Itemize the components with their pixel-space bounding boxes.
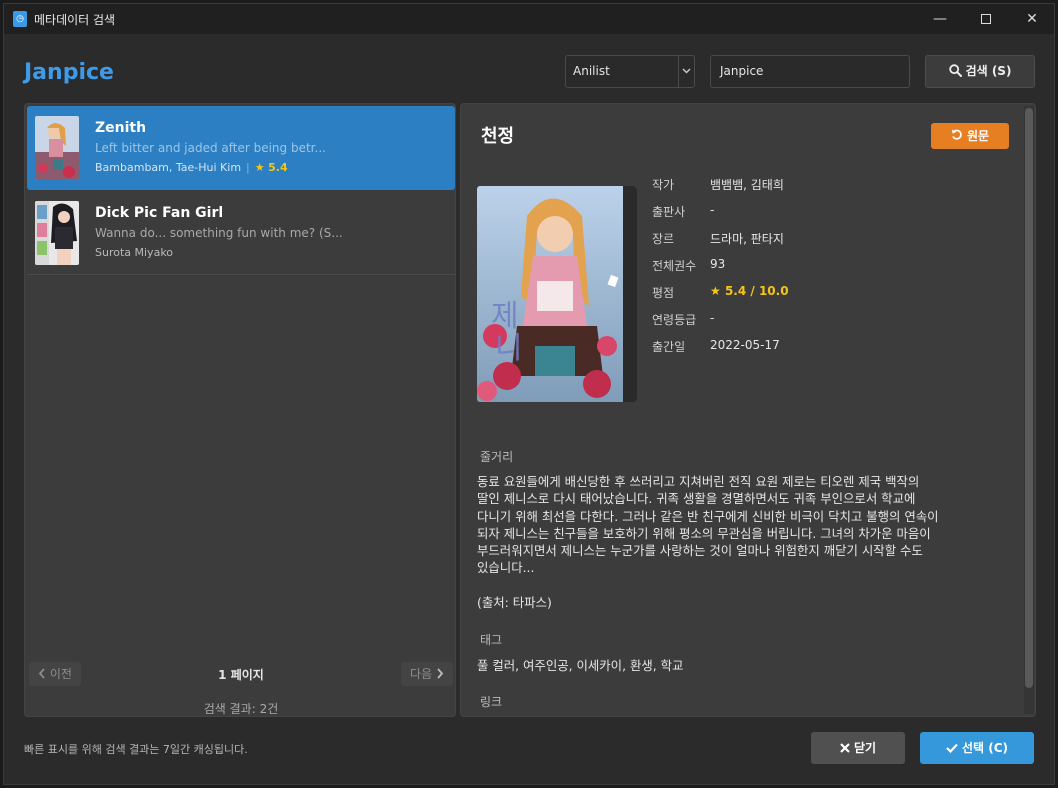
search-button[interactable]: 검색 (S) bbox=[925, 55, 1035, 88]
check-icon bbox=[946, 743, 958, 754]
result-description: Wanna do... something fun with me? (S... bbox=[95, 226, 343, 240]
meta-key: 연령등급 bbox=[652, 313, 697, 327]
select-button[interactable]: 선택 (C) bbox=[920, 732, 1034, 764]
results-panel: Zenith Left bitter and jaded after being… bbox=[24, 103, 456, 717]
meta-key: 평점 bbox=[652, 286, 675, 300]
title-bar: ◷ 메타데이터 검색 — ✕ bbox=[4, 4, 1054, 34]
search-button-label: 검색 (S) bbox=[965, 64, 1012, 78]
chevron-right-icon bbox=[437, 668, 444, 679]
window-title: 메타데이터 검색 bbox=[34, 13, 116, 27]
maximize-icon bbox=[981, 14, 991, 24]
next-page-label: 다음 bbox=[410, 667, 433, 681]
chevron-down-icon bbox=[678, 56, 694, 87]
result-authors: Surota Miyako bbox=[95, 246, 174, 259]
synopsis-line: 있습니다... bbox=[477, 560, 535, 576]
svg-text:니: 니 bbox=[495, 331, 523, 366]
synopsis-text: 동료 요원들에게 배신당한 후 쓰러리고 지쳐버린 전직 요원 제로는 티오렌 … bbox=[477, 473, 1017, 577]
synopsis-line: 딸인 제니스로 다시 태어났습니다. 귀족 생활을 경멸하면서도 귀족 부인으로… bbox=[477, 491, 916, 507]
result-description: Left bitter and jaded after being betr..… bbox=[95, 141, 326, 155]
cache-note: 빠른 표시를 위해 검색 결과는 7일간 캐싱됩니다. bbox=[24, 743, 248, 756]
meta-value: 2022-05-17 bbox=[710, 338, 780, 352]
brand-title: Janpice bbox=[24, 60, 114, 85]
app-icon: ◷ bbox=[13, 11, 27, 27]
result-authors: Bambambam, Tae-Hui Kim bbox=[95, 161, 242, 174]
star-icon: ★ bbox=[710, 284, 721, 298]
search-icon bbox=[948, 64, 962, 77]
close-button[interactable]: 닫기 bbox=[811, 732, 905, 764]
origin-button[interactable]: 원문 bbox=[931, 123, 1009, 149]
result-thumbnail bbox=[35, 116, 79, 180]
refresh-icon bbox=[951, 129, 962, 140]
metadata-search-window: ◷ 메타데이터 검색 — ✕ Janpice Anilist Janpice 검… bbox=[3, 3, 1055, 785]
svg-text:제: 제 bbox=[491, 299, 519, 334]
rating-value: 5.4 / 10.0 bbox=[724, 284, 789, 298]
result-thumbnail bbox=[35, 201, 79, 265]
source-note: (출처: 타파스) bbox=[477, 595, 552, 610]
detail-scrollbar[interactable] bbox=[1024, 106, 1034, 714]
result-title: Dick Pic Fan Girl bbox=[95, 205, 224, 221]
close-icon bbox=[840, 743, 850, 753]
meta-key: 작가 bbox=[652, 178, 675, 192]
synopsis-line: 동료 요원들에게 배신당한 후 쓰러리고 지쳐버린 전직 요원 제로는 티오렌 … bbox=[477, 474, 920, 489]
detail-title: 천정 bbox=[481, 126, 515, 147]
meta-value: 드라마, 판타지 bbox=[710, 232, 784, 246]
result-title: Zenith bbox=[95, 120, 147, 136]
meta-separator: | bbox=[246, 161, 250, 174]
tags-text: 풀 컬러, 여주인공, 이세카이, 환생, 학교 bbox=[477, 658, 684, 673]
source-select-value: Anilist bbox=[573, 64, 610, 78]
search-input[interactable]: Janpice bbox=[710, 55, 910, 88]
meta-key: 장르 bbox=[652, 232, 675, 246]
meta-value: ★ 5.4 / 10.0 bbox=[710, 284, 789, 298]
minimize-button[interactable]: — bbox=[917, 4, 963, 34]
page-indicator: 1 페이지 bbox=[218, 668, 264, 682]
result-rating: 5.4 bbox=[268, 161, 288, 174]
maximize-button[interactable] bbox=[963, 4, 1009, 34]
origin-button-label: 원문 bbox=[966, 129, 990, 143]
close-button-label: 닫기 bbox=[853, 741, 877, 755]
meta-value: 뱀뱀뱀, 김태희 bbox=[710, 178, 784, 192]
star-icon: ★ bbox=[254, 161, 265, 174]
synopsis-label: 줄거리 bbox=[480, 450, 514, 464]
source-select[interactable]: Anilist bbox=[565, 55, 695, 88]
synopsis-line: 부드러워지면서 제니스는 누군가를 사랑하는 것이 얼마나 위험한지 깨닫기 시… bbox=[477, 543, 923, 559]
tags-label: 태그 bbox=[480, 633, 503, 647]
meta-value: - bbox=[710, 311, 715, 325]
result-meta: Surota Miyako bbox=[95, 246, 173, 259]
scrollbar-thumb[interactable] bbox=[1025, 108, 1033, 688]
close-window-button[interactable]: ✕ bbox=[1009, 4, 1055, 34]
meta-key: 전체권수 bbox=[652, 259, 697, 273]
cover-image: 제 니 bbox=[477, 186, 637, 402]
result-item[interactable]: Dick Pic Fan Girl Wanna do... something … bbox=[27, 191, 455, 275]
meta-value: - bbox=[710, 203, 715, 217]
meta-key: 출판사 bbox=[652, 205, 686, 219]
synopsis-line: 다니기 위해 최선을 다한다. 그러나 같은 반 친구에게 신비한 비극이 닥치… bbox=[477, 508, 939, 524]
select-button-label: 선택 (C) bbox=[961, 741, 1009, 755]
next-page-button[interactable]: 다음 bbox=[401, 662, 453, 686]
synopsis-line: 되자 제니스는 친구들을 보호하기 위해 평소의 무관심을 버립니다. 그녀의 … bbox=[477, 525, 931, 541]
result-meta: Bambambam, Tae-Hui Kim | ★ 5.4 bbox=[95, 161, 288, 174]
detail-panel: 천정 원문 제 니 작가 뱀뱀뱀, 김태희 출판사 - 장르 드라마, 판타지 … bbox=[460, 103, 1036, 717]
meta-key: 출간일 bbox=[652, 340, 686, 354]
links-label: 링크 bbox=[480, 695, 503, 709]
result-item[interactable]: Zenith Left bitter and jaded after being… bbox=[27, 106, 455, 190]
meta-value: 93 bbox=[710, 257, 726, 271]
result-count: 검색 결과: 2건 bbox=[203, 702, 279, 716]
